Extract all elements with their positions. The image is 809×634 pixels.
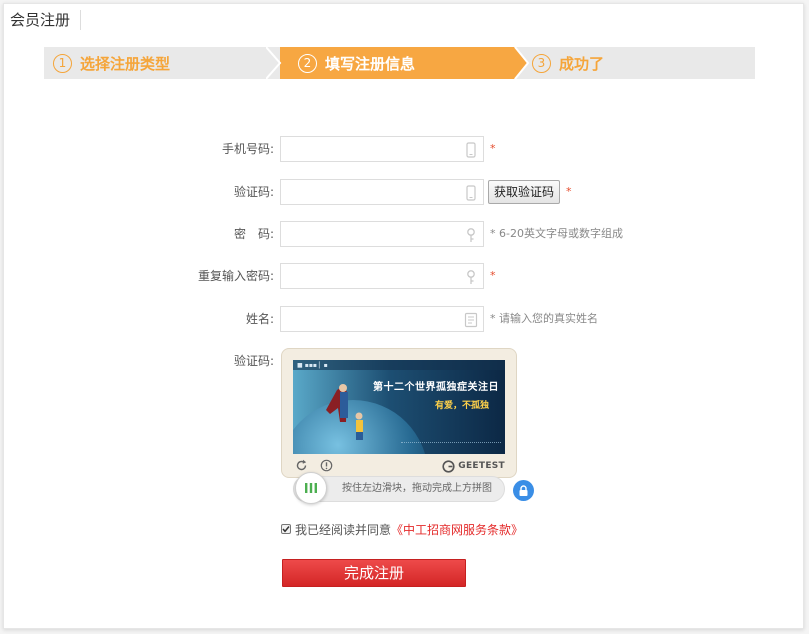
- name-row: 姓名: * 请输入您的真实姓名: [0, 306, 809, 332]
- password-hint: * 6-20英文字母或数字组成: [490, 227, 623, 240]
- grip-icon: [305, 483, 317, 493]
- captcha-logo-text: ■ ▪▪▪ ▏▪: [297, 362, 328, 369]
- step-arrow-icon: [266, 47, 282, 79]
- required-mark: *: [566, 185, 572, 198]
- info-icon[interactable]: [320, 459, 333, 472]
- get-code-button[interactable]: 获取验证码: [488, 180, 560, 204]
- captcha-footer-line: [401, 442, 501, 445]
- step-3: 3 成功了: [514, 47, 755, 79]
- name-label: 姓名:: [245, 312, 274, 326]
- captcha-headline: 第十二个世界孤独症关注日: [373, 382, 499, 393]
- page-title: 会员注册: [10, 10, 82, 30]
- captcha-slider-handle[interactable]: [295, 472, 327, 504]
- geetest-brand: GEETEST: [442, 459, 505, 473]
- geetest-logo-icon: [442, 459, 455, 473]
- phone-input[interactable]: [280, 136, 484, 162]
- sms-code-label: 验证码:: [233, 185, 274, 199]
- captcha-toolbar: GEETEST: [293, 459, 505, 473]
- submit-button[interactable]: 完成注册: [282, 559, 466, 587]
- required-mark: *: [490, 142, 496, 155]
- refresh-icon[interactable]: [295, 459, 308, 472]
- step-2-active: 2 填写注册信息: [280, 47, 514, 79]
- password-label: 密 码:: [233, 227, 274, 241]
- confirm-password-row: 重复输入密码: *: [0, 263, 809, 289]
- sms-code-row: 验证码: 获取验证码 *: [0, 179, 809, 205]
- key-icon: [467, 228, 475, 242]
- agreement-row: 我已经阅读并同意 《中工招商网服务条款》: [281, 521, 523, 537]
- captcha-widget: ■ ▪▪▪ ▏▪ 第十二个世界孤独症关注日 有爱，不孤独 GEETEST: [281, 348, 517, 478]
- name-hint: * 请输入您的真实姓名: [490, 312, 598, 325]
- slider-instruction: 按住左边滑块，拖动完成上方拼图: [342, 483, 492, 494]
- phone-label: 手机号码:: [221, 142, 274, 156]
- name-input[interactable]: [280, 306, 484, 332]
- step-number: 2: [298, 53, 317, 73]
- confirm-password-label: 重复输入密码:: [197, 269, 274, 283]
- captcha-subline: 有爱，不孤独: [435, 401, 490, 411]
- step-label: 成功了: [559, 54, 605, 73]
- step-1: 1 选择注册类型: [44, 47, 280, 79]
- agree-checkbox[interactable]: [281, 524, 291, 534]
- lock-icon: [513, 480, 534, 501]
- terms-link[interactable]: 《中工招商网服务条款》: [391, 521, 523, 538]
- phone-row: 手机号码: *: [0, 136, 809, 162]
- agree-text: 我已经阅读并同意: [295, 522, 392, 537]
- step-number: 3: [532, 53, 551, 73]
- step-label: 填写注册信息: [325, 54, 416, 73]
- required-mark: *: [490, 269, 496, 282]
- id-card-icon: [464, 312, 478, 328]
- captcha-image: ■ ▪▪▪ ▏▪ 第十二个世界孤独症关注日 有爱，不孤独: [293, 360, 505, 454]
- confirm-password-input[interactable]: [280, 263, 484, 289]
- sms-code-input[interactable]: [280, 179, 484, 205]
- step-progress: 1 选择注册类型 3 成功了 2 填写注册信息: [44, 47, 755, 79]
- step-number: 1: [53, 53, 72, 73]
- geetest-label: GEETEST: [458, 461, 505, 471]
- phone-icon: [466, 185, 476, 201]
- checkmark-icon: [282, 526, 290, 533]
- password-row: 密 码: * 6-20英文字母或数字组成: [0, 221, 809, 247]
- step-label: 选择注册类型: [80, 54, 171, 73]
- captcha-label: 验证码:: [233, 354, 274, 368]
- password-input[interactable]: [280, 221, 484, 247]
- key-icon: [467, 270, 475, 284]
- phone-icon: [466, 142, 476, 158]
- step-arrow-icon: [514, 47, 530, 79]
